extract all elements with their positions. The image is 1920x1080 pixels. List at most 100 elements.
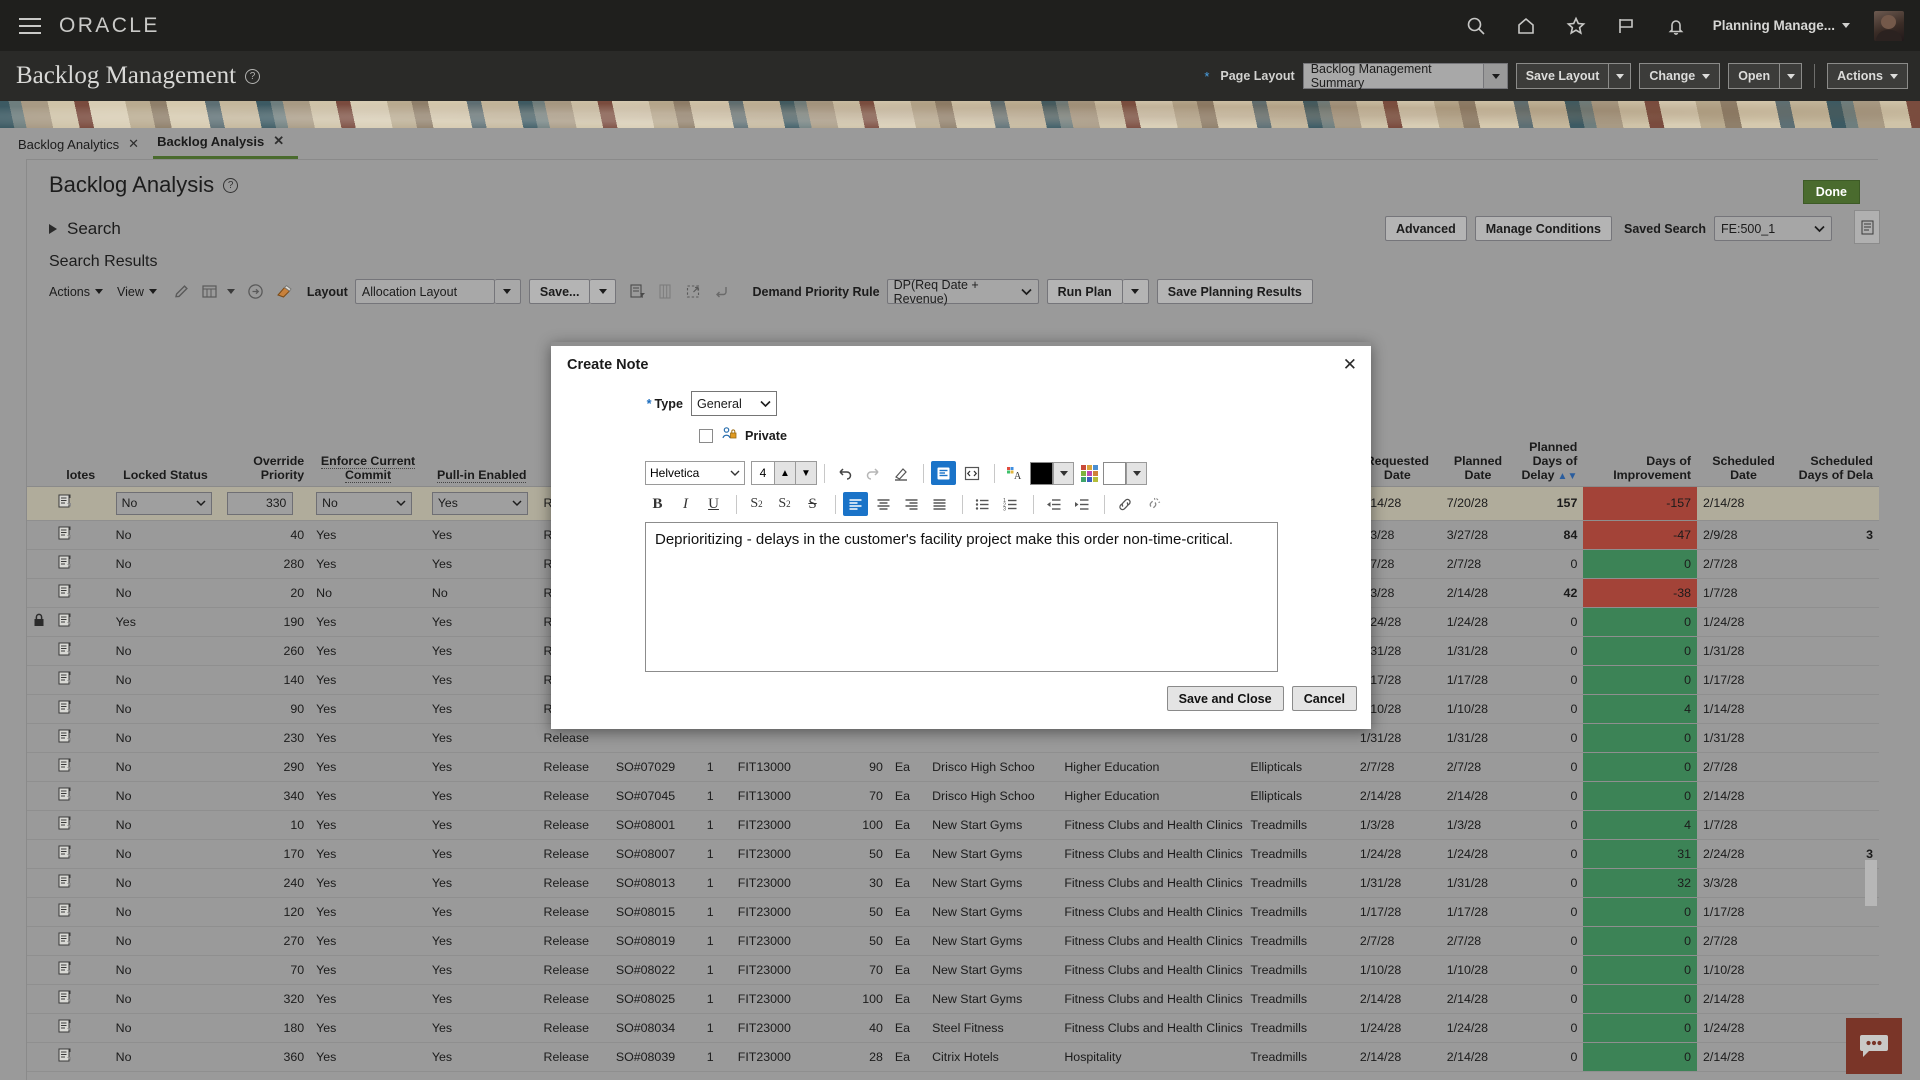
note-icon[interactable]	[58, 849, 72, 863]
save-planning-results-button[interactable]: Save Planning Results	[1157, 279, 1313, 304]
table-row[interactable]: No270YesYesReleaseSO#080191FIT2300050EaN…	[27, 926, 1879, 955]
note-icon-cell[interactable]	[52, 723, 110, 752]
note-text-area[interactable]: Deprioritizing - delays in the customer'…	[645, 522, 1278, 672]
note-icon[interactable]	[58, 675, 72, 689]
cancel-button[interactable]: Cancel	[1292, 686, 1357, 711]
align-left-icon[interactable]	[843, 492, 868, 516]
save-and-close-button[interactable]: Save and Close	[1167, 686, 1284, 711]
cell-override-priority-input[interactable]: 330	[221, 486, 310, 520]
layout-select[interactable]: Allocation Layout	[355, 279, 495, 304]
note-icon[interactable]	[58, 646, 72, 660]
table-row[interactable]: No290YesYesReleaseSO#070291FIT1300090EaD…	[27, 752, 1879, 781]
table-row[interactable]: No240YesYesReleaseSO#080131FIT2300030EaN…	[27, 868, 1879, 897]
favorites-star-icon[interactable]	[1563, 13, 1589, 39]
freeze-dropdown-icon[interactable]	[223, 281, 239, 303]
table-view-menu[interactable]: View	[117, 285, 157, 299]
note-icon[interactable]	[58, 936, 72, 950]
private-checkbox[interactable]	[699, 429, 713, 443]
table-row[interactable]: No180YesYesReleaseSO#080341FIT2300040EaS…	[27, 1013, 1879, 1042]
column-header-locked_status[interactable]: Locked Status	[110, 432, 222, 486]
background-palette-icon[interactable]	[1081, 465, 1098, 482]
note-icon-cell[interactable]	[52, 955, 110, 984]
layout-select-dropdown[interactable]	[495, 279, 521, 304]
numbered-list-icon[interactable]: 123	[998, 492, 1023, 516]
note-icon-cell[interactable]	[52, 868, 110, 897]
align-right-icon[interactable]	[899, 492, 924, 516]
source-code-icon[interactable]	[959, 461, 984, 485]
done-button[interactable]: Done	[1803, 180, 1860, 204]
export-icon[interactable]	[682, 281, 704, 303]
table-row[interactable]: No340YesYesReleaseSO#070451FIT1300070EaD…	[27, 781, 1879, 810]
note-icon-cell[interactable]	[52, 810, 110, 839]
chat-launcher-button[interactable]	[1846, 1018, 1902, 1074]
column-header-scheduled_days_of_delay[interactable]: Scheduled Days of Dela	[1790, 432, 1879, 486]
columns-icon[interactable]	[654, 281, 676, 303]
superscript-icon[interactable]: S2	[772, 492, 797, 516]
note-icon[interactable]	[58, 1023, 72, 1037]
override-priority-input[interactable]: 330	[227, 492, 293, 515]
edit-pencil-icon[interactable]	[171, 281, 193, 303]
note-icon[interactable]	[58, 965, 72, 979]
flag-icon[interactable]	[1613, 13, 1639, 39]
note-icon-cell[interactable]	[52, 752, 110, 781]
help-icon[interactable]: ?	[223, 178, 238, 193]
font-size-decrease-icon[interactable]: ▼	[796, 461, 817, 485]
page-layout-select[interactable]: Backlog Management Summary	[1303, 63, 1508, 89]
note-icon[interactable]	[58, 907, 72, 921]
actions-button[interactable]: Actions	[1827, 63, 1908, 89]
open-dropdown[interactable]	[1779, 63, 1802, 89]
column-header-lock[interactable]	[27, 432, 52, 486]
save-layout-dropdown[interactable]	[1608, 63, 1631, 89]
wrap-icon[interactable]	[710, 281, 732, 303]
note-icon-cell[interactable]	[52, 578, 110, 607]
redo-icon[interactable]	[860, 461, 885, 485]
hamburger-icon[interactable]	[19, 18, 41, 34]
open-button[interactable]: Open	[1728, 63, 1779, 89]
avatar[interactable]	[1874, 11, 1904, 41]
note-icon-cell[interactable]	[52, 1013, 110, 1042]
close-icon[interactable]: ✕	[273, 133, 284, 149]
tab-backlog-analytics[interactable]: Backlog Analytics ✕	[14, 136, 153, 159]
tab-backlog-analysis[interactable]: Backlog Analysis ✕	[153, 133, 298, 159]
note-icon-cell[interactable]	[52, 839, 110, 868]
save-layout-button[interactable]: Save Layout	[1516, 63, 1609, 89]
font-family-select[interactable]: Helvetica	[645, 461, 745, 485]
indent-icon[interactable]	[1069, 492, 1094, 516]
close-icon[interactable]: ✕	[1343, 356, 1357, 373]
detach-arrow-icon[interactable]	[245, 281, 267, 303]
font-size-increase-icon[interactable]: ▲	[775, 461, 796, 485]
locked-status-select[interactable]: No	[116, 492, 212, 515]
subscript-icon[interactable]: S2	[744, 492, 769, 516]
note-icon[interactable]	[58, 530, 72, 544]
column-header-planned_days_of_delay[interactable]: Planned Days of Delay▲▼	[1515, 432, 1583, 486]
note-icon[interactable]	[58, 878, 72, 892]
bell-icon[interactable]	[1663, 13, 1689, 39]
column-header-enforce_current_commit[interactable]: Enforce Current Commit	[310, 432, 426, 486]
rich-text-icon[interactable]	[931, 461, 956, 485]
search-toggle-label[interactable]: Search	[67, 219, 121, 239]
note-icon-cell[interactable]	[52, 607, 110, 636]
freeze-columns-icon[interactable]	[199, 281, 221, 303]
column-header-days_of_improvement[interactable]: Days of Improvement	[1583, 432, 1697, 486]
table-row[interactable]: No120YesYesReleaseSO#080151FIT2300050EaN…	[27, 897, 1879, 926]
note-icon[interactable]	[58, 791, 72, 805]
font-size-stepper[interactable]: 4 ▲ ▼	[751, 461, 817, 485]
sort-ascending-icon[interactable]: ▲▼	[1558, 471, 1578, 482]
manage-conditions-button[interactable]: Manage Conditions	[1475, 216, 1612, 241]
align-center-icon[interactable]	[871, 492, 896, 516]
bold-icon[interactable]: B	[645, 492, 670, 516]
pull-in-enabled-select[interactable]: Yes	[432, 492, 528, 515]
vertical-scrollbar-thumb[interactable]	[1865, 860, 1877, 906]
layout-save-dropdown[interactable]	[590, 279, 616, 304]
note-icon-cell[interactable]	[52, 520, 110, 549]
enforce-current-commit-select[interactable]: No	[316, 492, 412, 515]
column-header-scheduled_date[interactable]: Scheduled Date	[1697, 432, 1790, 486]
note-icon[interactable]	[58, 498, 72, 512]
note-icon-cell[interactable]	[52, 897, 110, 926]
justify-icon[interactable]	[927, 492, 952, 516]
note-icon-cell[interactable]	[52, 665, 110, 694]
home-icon[interactable]	[1513, 13, 1539, 39]
table-row[interactable]: No170YesYesReleaseSO#080071FIT2300050EaN…	[27, 839, 1879, 868]
table-row[interactable]: No10YesYesReleaseSO#080011FIT23000100EaN…	[27, 810, 1879, 839]
table-row[interactable]: No320YesYesReleaseSO#080251FIT23000100Ea…	[27, 984, 1879, 1013]
